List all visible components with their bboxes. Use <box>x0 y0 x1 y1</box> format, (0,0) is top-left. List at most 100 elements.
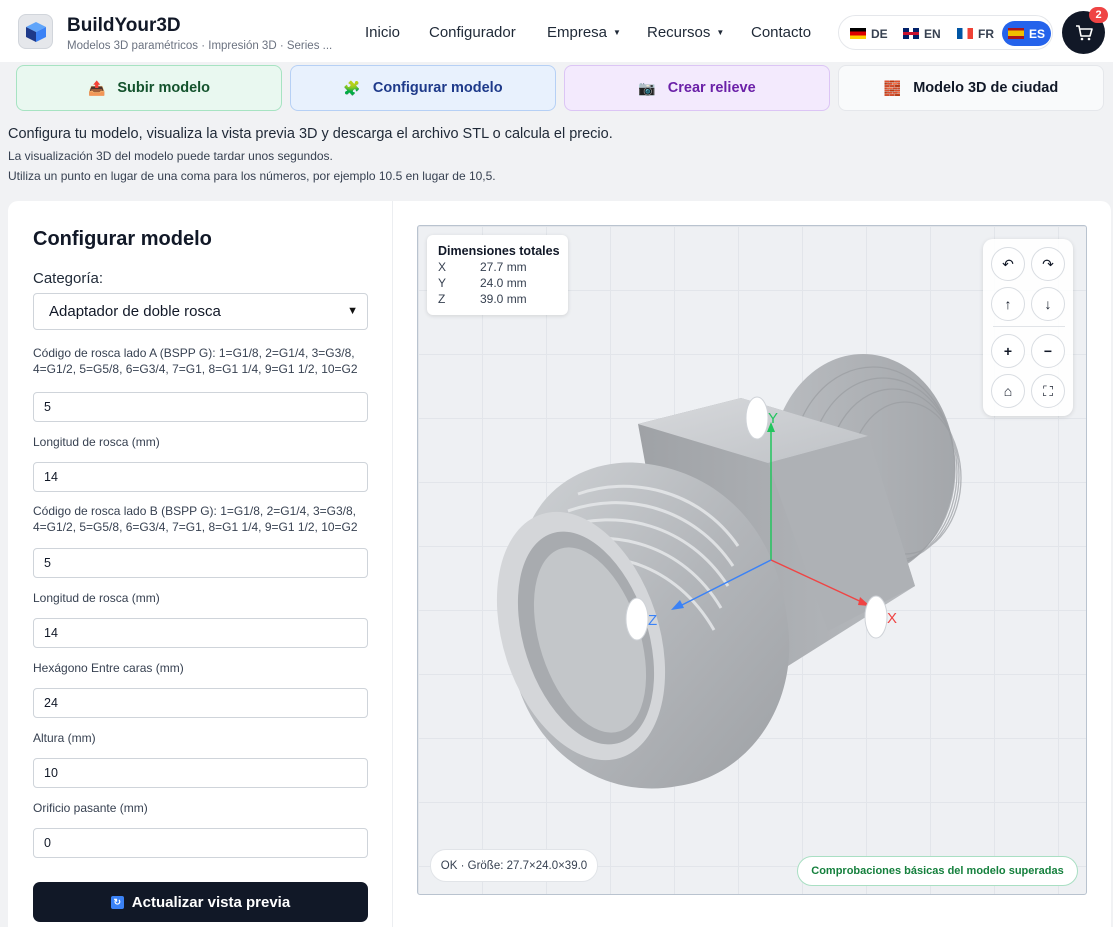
tilt-down-button[interactable]: ↓ <box>1031 287 1065 321</box>
chevron-down-icon: ▼ <box>347 305 358 317</box>
language-switcher: DE EN FR ES <box>838 15 1053 50</box>
camera-icon: 📷 <box>638 79 656 96</box>
brand-subtitle: Modelos 3D paramétricos · Impresión 3D ·… <box>67 40 333 52</box>
caret-down-icon: ▼ <box>716 28 725 37</box>
thread-length-b-input[interactable]: 14 <box>33 618 368 648</box>
thread-length-b-label: Longitud de rosca (mm) <box>33 591 160 605</box>
label-line: 4=G1/2, 5=G5/8, 6=G3/4, 7=G1, 8=G1 1/4, … <box>33 520 358 534</box>
z-axis-handle <box>625 597 649 641</box>
category-label: Categoría: <box>33 270 104 287</box>
nav-contacto[interactable]: Contacto <box>751 24 811 41</box>
through-hole-input[interactable]: 0 <box>33 828 368 858</box>
nav-inicio[interactable]: Inicio <box>365 24 400 41</box>
thread-length-a-label: Longitud de rosca (mm) <box>33 435 160 449</box>
arrow-up-icon: ↑ <box>1004 296 1012 312</box>
nav-label: Recursos <box>647 24 711 41</box>
thread-length-a-input[interactable]: 14 <box>33 462 368 492</box>
nav-empresa[interactable]: Empresa ▼ <box>547 24 621 41</box>
arrow-down-icon: ↓ <box>1044 296 1052 312</box>
plus-icon: + <box>1003 343 1013 359</box>
tab-label: Configurar modelo <box>372 80 503 96</box>
lang-code: EN <box>924 26 941 41</box>
category-select[interactable]: Adaptador de doble rosca ▼ <box>33 293 368 330</box>
zoom-out-button[interactable]: − <box>1031 334 1065 368</box>
cart-count-badge: 2 <box>1089 7 1108 23</box>
nav-label: Configurador <box>429 24 516 41</box>
thread-code-a-input[interactable]: 5 <box>33 392 368 422</box>
minus-icon: − <box>1043 343 1053 359</box>
logo-cube-icon <box>25 21 46 42</box>
lang-fr[interactable]: FR <box>951 21 1000 46</box>
dimension-value: 39.0 mm <box>480 292 527 306</box>
reset-view-button[interactable]: ⌂ <box>991 374 1025 408</box>
thread-code-a-label: Código de rosca lado A (BSPP G): 1=G1/8,… <box>33 345 358 377</box>
dimensions-title: Dimensiones totales <box>438 244 560 258</box>
label-line: 4=G1/2, 5=G5/8, 6=G3/4, 7=G1, 8=G1 1/4, … <box>33 362 358 376</box>
lang-code: DE <box>871 26 888 41</box>
z-axis-label: Z <box>648 612 657 629</box>
x-axis-handle <box>864 595 888 639</box>
dimensions-panel: Dimensiones totales X 27.7 mm Y 24.0 mm Z 3… <box>427 235 568 315</box>
zoom-in-button[interactable]: + <box>991 334 1025 368</box>
controls-divider <box>993 326 1065 327</box>
home-icon: ⌂ <box>1003 383 1013 399</box>
info-note: La visualización 3D del modelo puede tar… <box>8 149 333 163</box>
button-label: Actualizar vista previa <box>131 893 291 911</box>
caret-down-icon: ▼ <box>613 28 621 37</box>
tab-label: Crear relieve <box>667 80 756 96</box>
rotate-left-button[interactable]: ↶ <box>991 247 1025 281</box>
label-line: Código de rosca lado A (BSPP G): 1=G1/8,… <box>33 346 355 360</box>
tab-configure-model[interactable]: 🧩 Configurar modelo <box>290 65 556 111</box>
lang-es[interactable]: ES <box>1002 21 1052 46</box>
thread-code-b-label: Código de rosca lado B (BSPP G): 1=G1/8,… <box>33 503 358 535</box>
update-preview-button[interactable]: ↻ Actualizar vista previa <box>33 882 368 922</box>
dimension-axis: Y <box>438 276 447 290</box>
input-value: 14 <box>44 470 58 484</box>
height-input[interactable]: 10 <box>33 758 368 788</box>
info-text: Configura tu modelo, visualiza la vista … <box>8 126 613 142</box>
lang-code: ES <box>1029 26 1046 41</box>
uk-flag-icon <box>903 28 919 39</box>
nav-recursos[interactable]: Recursos ▼ <box>647 24 724 41</box>
tilt-up-button[interactable]: ↑ <box>991 287 1025 321</box>
site-header: BuildYour3D Modelos 3D paramétricos · Im… <box>0 0 1113 62</box>
input-value: 10 <box>44 766 58 780</box>
model-size-status: OK · Größe: 27.7×24.0×39.0 <box>430 849 598 882</box>
dimension-axis: X <box>438 260 447 274</box>
brand-logo[interactable] <box>18 14 53 49</box>
rotate-right-icon: ↷ <box>1042 255 1054 272</box>
brick-icon: 🧱 <box>883 79 902 96</box>
refresh-icon: ↻ <box>110 895 124 909</box>
brand-title[interactable]: BuildYour3D <box>67 15 181 37</box>
tab-upload-model[interactable]: 📤 Subir modelo <box>16 65 282 111</box>
de-flag-icon <box>850 28 866 39</box>
hex-size-input[interactable]: 24 <box>33 688 368 718</box>
lang-en[interactable]: EN <box>897 21 947 46</box>
hex-size-label: Hexágono Entre caras (mm) <box>33 661 184 675</box>
panel-title: Configurar modelo <box>33 228 212 250</box>
nav-label: Empresa <box>547 24 608 41</box>
lang-code: FR <box>978 26 994 41</box>
nav-configurador[interactable]: Configurador <box>429 24 516 41</box>
y-axis-handle <box>745 396 769 440</box>
fr-flag-icon <box>957 28 973 39</box>
info-note: Utiliza un punto en lugar de una coma pa… <box>8 169 496 183</box>
tab-label: Modelo 3D de ciudad <box>913 80 1059 96</box>
input-value: 5 <box>44 400 51 414</box>
nav-label: Inicio <box>365 24 401 41</box>
lang-de[interactable]: DE <box>844 21 894 46</box>
cart-icon <box>1075 24 1093 40</box>
panel-divider <box>392 201 393 927</box>
fullscreen-button[interactable]: ⛶ <box>1031 374 1065 408</box>
thread-code-b-input[interactable]: 5 <box>33 548 368 578</box>
input-value: 14 <box>44 626 58 640</box>
tab-create-relief[interactable]: 📷 Crear relieve <box>564 65 830 111</box>
label-line: Código de rosca lado B (BSPP G): 1=G1/8,… <box>33 504 356 518</box>
category-selected-value: Adaptador de doble rosca <box>49 303 221 320</box>
through-hole-label: Orificio pasante (mm) <box>33 801 148 815</box>
dimension-value: 24.0 mm <box>480 276 527 290</box>
rotate-right-button[interactable]: ↷ <box>1031 247 1065 281</box>
tab-city-model[interactable]: 🧱 Modelo 3D de ciudad <box>838 65 1104 111</box>
y-axis-label: Y <box>768 410 778 427</box>
input-value: 0 <box>44 836 51 850</box>
